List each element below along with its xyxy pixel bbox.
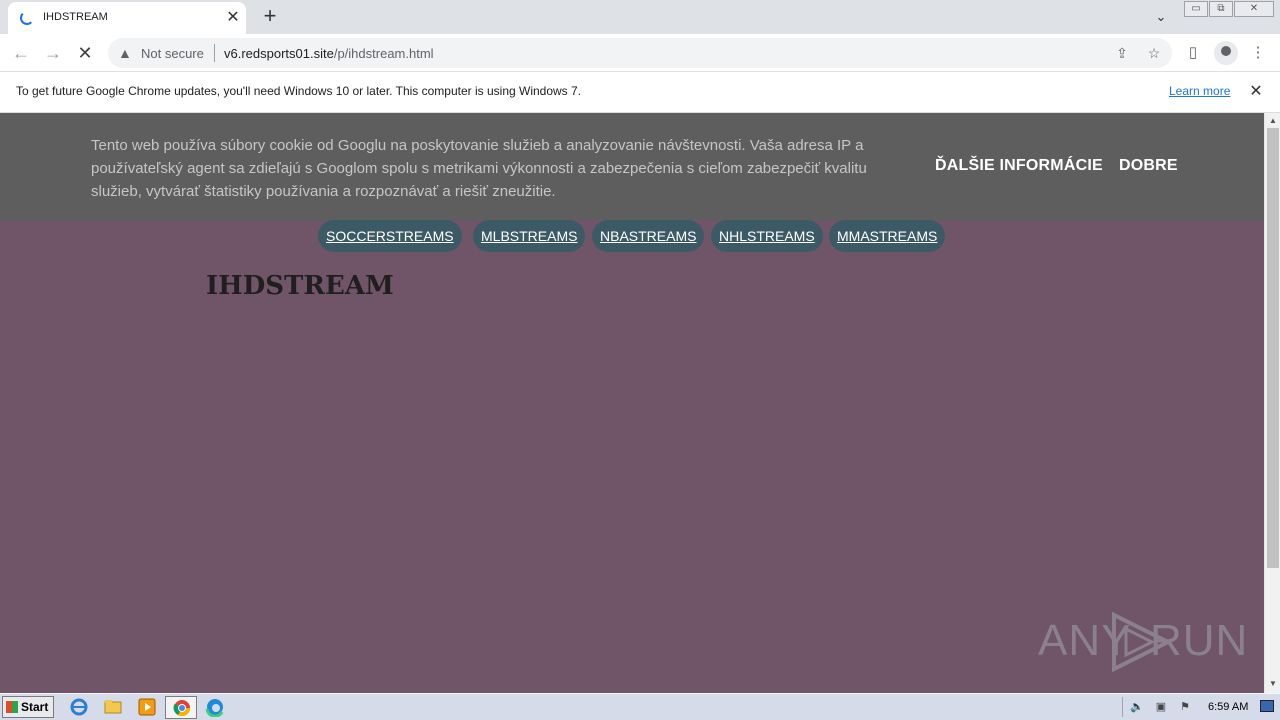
forward-icon[interactable]: →: [42, 42, 64, 64]
chrome-icon: [173, 700, 191, 717]
file-explorer-icon[interactable]: [102, 697, 124, 717]
loading-spinner-icon: [20, 11, 34, 25]
update-infobar: To get future Google Chrome updates, you…: [0, 72, 1280, 113]
network-icon[interactable]: ▣: [1154, 700, 1168, 714]
tab-title: IHDSTREAM: [43, 11, 108, 23]
page-title: IHDSTREAM: [206, 271, 394, 301]
windows-taskbar: Start 🔈 ▣ ⚑ 6:59 AM: [0, 693, 1280, 720]
tab-ihdstream[interactable]: IHDSTREAM ✕: [8, 2, 246, 34]
page-scrollbar[interactable]: ▲ ▼: [1264, 113, 1280, 693]
watermark-right: RUN: [1150, 616, 1249, 665]
page-content: Tento web používa súbory cookie od Googl…: [0, 113, 1264, 693]
security-label[interactable]: Not secure: [141, 46, 204, 61]
more-info-button[interactable]: ĎALŠIE INFORMÁCIE: [935, 157, 1103, 175]
url-host: v6.redsports01.site: [224, 46, 334, 61]
action-center-flag-icon[interactable]: ⚑: [1178, 700, 1192, 714]
star-icon[interactable]: ☆: [1144, 43, 1164, 63]
menu-icon[interactable]: ⋮: [1247, 42, 1269, 64]
side-panel-icon[interactable]: ▯: [1182, 42, 1204, 64]
start-button[interactable]: Start: [2, 696, 54, 718]
minimize-button[interactable]: ▭: [1184, 1, 1208, 17]
url-separator: [214, 44, 215, 62]
infobar-message: To get future Google Chrome updates, you…: [16, 84, 582, 98]
scroll-down-icon[interactable]: ▼: [1268, 679, 1278, 689]
address-bar[interactable]: ▲ Not secure v6.redsports01.site/p/ihdst…: [108, 38, 1172, 68]
infobar-close-icon[interactable]: ✕: [1246, 82, 1266, 102]
tray-separator: [1122, 697, 1123, 717]
close-window-button[interactable]: ✕: [1234, 1, 1274, 17]
profile-icon[interactable]: [1214, 41, 1238, 65]
tab-strip: IHDSTREAM ✕ + ⌄ ▭ ⧉ ✕: [0, 0, 1280, 34]
cookie-text: Tento web používa súbory cookie od Googl…: [91, 137, 867, 200]
nav-nbastreams[interactable]: NBASTREAMS: [592, 220, 705, 252]
new-tab-button[interactable]: +: [258, 5, 282, 29]
ok-button[interactable]: DOBRE: [1119, 157, 1178, 175]
edge-icon[interactable]: [204, 697, 226, 717]
nav-mmastreams[interactable]: MMASTREAMS: [829, 220, 946, 252]
nav-soccerstreams[interactable]: SOCCERSTREAMS: [318, 220, 462, 252]
show-desktop-icon[interactable]: [1260, 700, 1274, 712]
nav-nhlstreams[interactable]: NHLSTREAMS: [711, 220, 823, 252]
start-label: Start: [21, 700, 49, 714]
screen: IHDSTREAM ✕ + ⌄ ▭ ⧉ ✕ ← → ✕ ▲ Not secure…: [0, 0, 1280, 720]
media-player-icon[interactable]: [136, 697, 158, 717]
cookie-banner: Tento web používa súbory cookie od Googl…: [0, 113, 1264, 220]
warning-icon[interactable]: ▲: [118, 45, 134, 61]
scroll-thumb[interactable]: [1267, 128, 1279, 568]
internet-explorer-icon[interactable]: [68, 697, 90, 717]
nav-mlbstreams[interactable]: MLBSTREAMS: [473, 220, 586, 252]
learn-more-link[interactable]: Learn more: [1169, 84, 1230, 98]
anyrun-watermark: ANY RUN: [1038, 611, 1247, 673]
share-icon[interactable]: ⇪: [1112, 43, 1132, 63]
stop-icon[interactable]: ✕: [74, 42, 96, 64]
chrome-taskbar-button[interactable]: [165, 696, 197, 719]
tab-close-icon[interactable]: ✕: [223, 8, 243, 28]
tab-search-chevron-icon[interactable]: ⌄: [1150, 6, 1172, 28]
volume-icon[interactable]: 🔈: [1130, 700, 1144, 714]
restore-button[interactable]: ⧉: [1209, 1, 1233, 17]
taskbar-clock[interactable]: 6:59 AM: [1208, 701, 1248, 713]
windows-logo-icon: [6, 701, 18, 713]
url-text[interactable]: v6.redsports01.site/p/ihdstream.html: [224, 46, 434, 61]
back-icon[interactable]: ←: [10, 42, 32, 64]
scroll-up-icon[interactable]: ▲: [1268, 116, 1278, 126]
browser-toolbar: ← → ✕ ▲ Not secure v6.redsports01.site/p…: [0, 34, 1280, 72]
url-path: /p/ihdstream.html: [333, 46, 434, 61]
